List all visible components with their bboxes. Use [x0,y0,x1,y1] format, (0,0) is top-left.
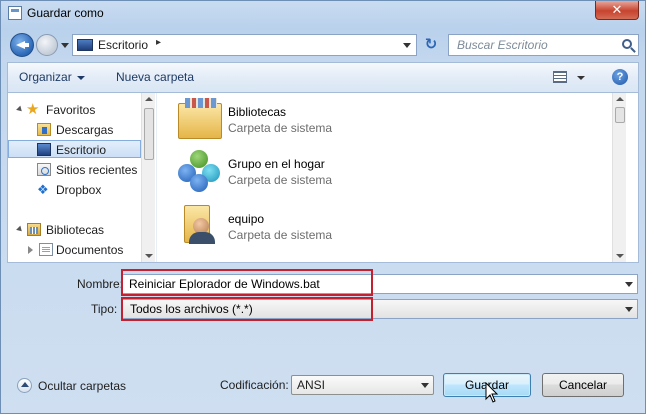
sidebar-item-documentos[interactable]: Documentos [8,241,141,259]
file-description: Carpeta de sistema [228,173,333,187]
view-options-dropdown-icon[interactable] [577,76,585,80]
sidebar-item-label: Documentos [56,243,124,257]
desktop-icon [77,39,93,51]
file-name: Grupo en el hogar [228,157,325,171]
file-list: Bibliotecas Carpeta de sistema Grupo en … [160,93,626,262]
file-type-label: Tipo: [91,302,118,316]
title-bar[interactable]: Guardar como ✕ [1,1,645,27]
address-location[interactable]: Escritorio [98,38,148,52]
sidebar-item-dropbox[interactable]: ❖ Dropbox [8,181,141,199]
sidebar-item-label: Sitios recientes [56,163,138,177]
scrollbar-thumb[interactable] [615,107,625,123]
recent-places-icon [37,163,51,176]
libraries-folder-icon [178,98,222,139]
browser-panes: ★ Favoritos Descargas Escritorio Sitios … [7,92,639,263]
change-view-icon[interactable] [553,71,567,83]
back-arrow-icon[interactable] [10,33,34,57]
expanded-arrow-icon[interactable] [16,225,24,234]
user-folder-icon [184,205,215,244]
encoding-select[interactable]: ANSI [291,375,434,395]
search-input[interactable]: Buscar Escritorio [457,38,548,52]
chevron-down-icon [76,75,85,80]
save-as-dialog: Guardar como ✕ Escritorio ▸ ↻ Buscar Esc… [0,0,646,414]
app-icon [8,6,22,20]
sidebar-item-label: Descargas [56,123,114,137]
sidebar-item-descargas[interactable]: Descargas [8,121,141,139]
libraries-icon [27,223,41,236]
address-bar[interactable]: Escritorio ▸ [72,34,417,56]
sidebar-item-favoritos[interactable]: ★ Favoritos [8,101,141,119]
chevron-down-icon[interactable] [625,307,633,312]
hide-folders-label: Ocultar carpetas [38,379,127,393]
file-name-label: Nombre: [77,277,124,291]
organize-button[interactable]: Organizar [19,70,85,84]
sidebar-item-sitios-recientes[interactable]: Sitios recientes [8,161,141,179]
close-button[interactable]: ✕ [595,1,639,20]
star-icon: ★ [26,101,40,118]
list-item[interactable]: Bibliotecas Carpeta de sistema [178,98,498,144]
file-type-highlight [121,297,373,321]
scrollbar-thumb[interactable] [144,108,154,160]
sidebar-item-label: Dropbox [56,183,102,197]
organize-label: Organizar [19,70,72,84]
sidebar-item-label: Favoritos [46,103,96,117]
search-box[interactable]: Buscar Escritorio [448,34,639,56]
file-name: Bibliotecas [228,105,287,119]
chevron-down-icon[interactable] [421,383,429,388]
forward-arrow-icon[interactable] [36,34,58,56]
encoding-label: Codificación: [220,378,289,392]
sidebar-item-bibliotecas[interactable]: Bibliotecas [8,221,141,239]
recent-pages-dropdown-icon[interactable] [61,43,69,48]
expanded-arrow-icon[interactable] [16,105,24,114]
file-description: Carpeta de sistema [228,121,333,135]
scroll-down-icon[interactable] [145,254,153,258]
documents-icon [39,243,53,256]
collapsed-arrow-icon[interactable] [28,246,33,254]
new-folder-button[interactable]: Nueva carpeta [116,70,194,84]
list-item[interactable]: Grupo en el hogar Carpeta de sistema [178,150,498,196]
file-list-scrollbar[interactable] [612,93,626,262]
sidebar-item-label: Bibliotecas [46,223,105,237]
dropbox-icon: ❖ [37,182,49,197]
navigation-scrollbar[interactable] [141,93,155,262]
list-item[interactable]: equipo Carpeta de sistema [178,205,498,251]
command-bar: Organizar Nueva carpeta ? [7,62,639,92]
file-description: Carpeta de sistema [228,228,333,242]
scroll-down-icon[interactable] [616,254,624,258]
sidebar-item-label: Escritorio [56,143,107,157]
search-icon[interactable] [622,39,632,49]
desktop-icon [37,143,51,156]
scroll-up-icon[interactable] [145,97,153,101]
homegroup-icon [178,150,222,192]
encoding-value: ANSI [297,378,326,392]
navigation-pane: ★ Favoritos Descargas Escritorio Sitios … [8,93,156,262]
window-title: Guardar como [27,6,104,20]
mouse-pointer-icon [485,382,499,403]
cancel-button[interactable]: Cancelar [542,373,624,397]
chevron-up-icon[interactable] [17,378,32,393]
file-name-highlight [121,269,373,296]
downloads-folder-icon [37,123,51,136]
chevron-down-icon[interactable] [625,282,633,287]
refresh-icon[interactable]: ↻ [420,34,442,56]
sidebar-item-escritorio[interactable]: Escritorio [8,140,141,158]
scroll-up-icon[interactable] [616,97,624,101]
breadcrumb-chevron-icon[interactable]: ▸ [156,37,161,48]
address-dropdown-icon[interactable] [403,43,411,48]
help-icon[interactable]: ? [612,69,628,85]
file-name: equipo [228,212,265,226]
